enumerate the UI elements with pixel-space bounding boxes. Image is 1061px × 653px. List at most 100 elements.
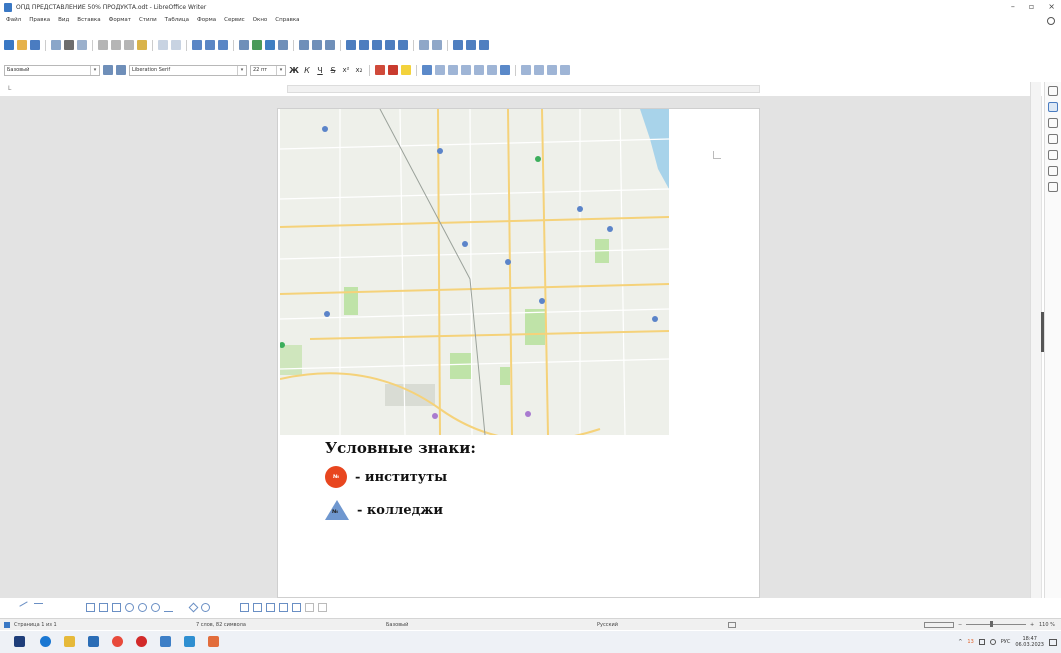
navigator-icon[interactable] [1048, 150, 1058, 160]
open-folder-icon[interactable] [17, 40, 27, 50]
rounded-rectangle-icon[interactable] [112, 602, 121, 612]
yandex-icon[interactable] [112, 636, 123, 647]
globe-icon[interactable] [1047, 17, 1055, 25]
impress-taskbar-icon[interactable] [208, 636, 219, 647]
rectangle-icon[interactable] [86, 602, 95, 612]
select-arrow-icon[interactable] [8, 603, 17, 612]
gallery-icon[interactable] [1048, 134, 1058, 144]
file-explorer-icon[interactable] [64, 636, 75, 647]
insert-table-icon[interactable] [239, 40, 249, 50]
line-spacing-icon[interactable] [547, 65, 557, 75]
track-changes-icon[interactable] [432, 40, 442, 50]
underline-button[interactable]: Ч [315, 66, 325, 75]
subscript-button[interactable]: x₂ [354, 66, 364, 74]
triangle-icon[interactable] [164, 603, 173, 612]
city-map-image[interactable] [280, 109, 669, 435]
menu-edit[interactable]: Правка [29, 17, 50, 23]
fontwork-icon[interactable] [266, 602, 275, 612]
paste-icon[interactable] [124, 40, 134, 50]
insert-special-character-icon[interactable] [325, 40, 335, 50]
callouts-icon[interactable] [240, 602, 249, 612]
highlight-color-icon[interactable] [401, 65, 411, 75]
menu-format[interactable]: Формат [109, 17, 131, 23]
notifications-icon[interactable] [1049, 638, 1057, 646]
export-pdf-icon[interactable] [51, 40, 61, 50]
align-center-icon[interactable] [435, 65, 445, 75]
find-replace-icon[interactable] [192, 40, 202, 50]
menu-styles[interactable]: Стили [139, 17, 157, 23]
paragraph-style-combo[interactable]: Базовый ▾ [4, 64, 100, 76]
decrease-indent-icon[interactable] [534, 65, 544, 75]
menu-insert[interactable]: Вставка [77, 17, 100, 23]
insert-image-tool-icon[interactable] [279, 602, 288, 612]
menu-help[interactable]: Справка [275, 17, 299, 23]
menu-tools[interactable]: Сервис [224, 17, 245, 23]
insert-frame-icon[interactable] [479, 40, 489, 50]
hyperlink-icon[interactable] [346, 40, 356, 50]
edge-browser-icon[interactable] [40, 636, 51, 647]
notification-count[interactable]: 13 [967, 639, 973, 645]
bold-button[interactable]: Ж [289, 66, 299, 75]
legend-item-institutes[interactable]: № - институты [325, 466, 447, 488]
insert-page-break-icon[interactable] [299, 40, 309, 50]
clone-formatting-icon[interactable] [137, 40, 147, 50]
line-icon[interactable] [453, 40, 463, 50]
endnote-icon[interactable] [372, 40, 382, 50]
start-button-icon[interactable] [14, 636, 25, 647]
flowchart-icon[interactable] [253, 602, 262, 612]
align-justify-icon[interactable] [461, 65, 471, 75]
text-language[interactable]: Русский [597, 622, 618, 628]
style-inspector-icon[interactable] [1048, 182, 1058, 192]
network-icon[interactable] [978, 639, 985, 645]
cross-reference-icon[interactable] [398, 40, 408, 50]
numbered-list-icon[interactable] [487, 65, 497, 75]
glue-points-icon[interactable] [318, 602, 327, 612]
yandex-browser-icon[interactable] [136, 636, 147, 647]
keyboard-layout[interactable]: РУС [1001, 639, 1011, 645]
curve-tool-icon[interactable] [47, 603, 56, 612]
font-color-icon[interactable] [388, 65, 398, 75]
close-button[interactable]: × [1048, 2, 1055, 11]
copy-icon[interactable] [111, 40, 121, 50]
menu-form[interactable]: Форма [197, 17, 216, 23]
line-tool-icon[interactable] [19, 600, 32, 614]
circle-outline-icon[interactable] [151, 602, 160, 612]
outline-list-icon[interactable] [500, 65, 510, 75]
circle-icon[interactable] [138, 602, 147, 612]
align-left-icon[interactable] [422, 65, 432, 75]
basic-shapes-icon[interactable] [466, 40, 476, 50]
selection-mode-icon[interactable] [728, 622, 736, 628]
chevron-down-icon[interactable]: ▾ [237, 65, 246, 75]
undo-icon[interactable] [158, 40, 168, 50]
store-icon[interactable] [88, 636, 99, 647]
stars-icon[interactable] [227, 603, 236, 612]
vertical-scrollbar[interactable] [1030, 82, 1044, 598]
cut-icon[interactable] [98, 40, 108, 50]
menu-table[interactable]: Таблица [165, 17, 189, 23]
page-icon[interactable] [1048, 166, 1058, 176]
save-icon[interactable] [30, 40, 40, 50]
horizontal-ruler[interactable] [287, 85, 760, 93]
legend-title[interactable]: Условные знаки: [325, 439, 476, 457]
new-style-icon[interactable] [116, 65, 126, 75]
page-style[interactable]: Базовый [386, 622, 408, 628]
ellipse-icon[interactable] [125, 602, 134, 612]
insert-textbox-icon[interactable] [278, 40, 288, 50]
clock[interactable]: 18:47 06.03.2023 [1015, 636, 1044, 648]
formatting-marks-icon[interactable] [218, 40, 228, 50]
spelling-icon[interactable] [205, 40, 215, 50]
new-document-icon[interactable] [4, 40, 14, 50]
paragraph-spacing-icon[interactable] [560, 65, 570, 75]
chevron-down-icon[interactable]: ▾ [90, 65, 99, 75]
tray-expand-icon[interactable]: ^ [958, 639, 962, 645]
right-triangle-icon[interactable] [177, 603, 186, 612]
minimize-button[interactable]: – [1011, 2, 1015, 11]
menu-window[interactable]: Окно [253, 17, 268, 23]
sidebar-menu-icon[interactable] [1048, 86, 1058, 96]
clear-formatting-icon[interactable] [375, 65, 385, 75]
insert-chart-icon[interactable] [265, 40, 275, 50]
view-layout-icon[interactable] [924, 622, 954, 628]
writer-taskbar-icon[interactable] [184, 636, 195, 647]
align-right-icon[interactable] [448, 65, 458, 75]
diamond-icon[interactable] [188, 602, 199, 612]
